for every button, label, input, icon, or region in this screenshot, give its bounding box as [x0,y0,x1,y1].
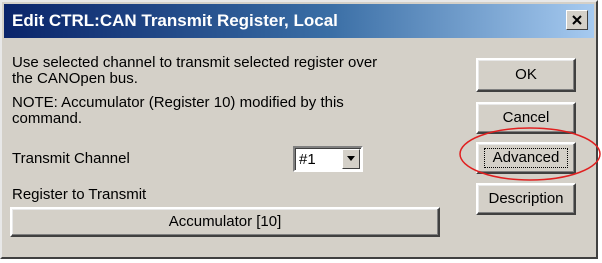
description-line-3: NOTE: Accumulator (Register 10) modified… [12,94,344,111]
dropdown-arrow-button[interactable] [342,149,360,169]
chevron-down-icon [347,156,355,161]
description-line-1: Use selected channel to transmit selecte… [12,54,378,71]
description-button-label: Description [488,190,564,207]
advanced-button-label: Advanced [492,149,560,166]
description-button[interactable]: Description [476,183,576,215]
window-title: Edit CTRL:CAN Transmit Register, Local [12,11,338,30]
cancel-button[interactable]: Cancel [476,102,576,134]
ok-button-label: OK [515,66,537,83]
cancel-button-label: Cancel [502,109,550,126]
close-button[interactable] [566,10,588,30]
description-line-2: the CANOpen bus. [12,70,138,87]
advanced-button[interactable]: Advanced [476,142,576,174]
description-line-4: command. [12,110,83,127]
dialog-window: Edit CTRL:CAN Transmit Register, Local U… [0,0,601,259]
register-select-button[interactable]: Accumulator [10] [10,207,440,237]
transmit-channel-value: #1 [299,151,316,168]
register-select-label: Accumulator [10] [168,213,282,230]
register-to-transmit-label: Register to Transmit [12,186,147,203]
title-bar: Edit CTRL:CAN Transmit Register, Local [4,4,594,38]
ok-button[interactable]: OK [476,58,576,92]
transmit-channel-select[interactable]: #1 [293,146,363,172]
transmit-channel-label: Transmit Channel [12,150,130,167]
close-icon [572,15,582,25]
